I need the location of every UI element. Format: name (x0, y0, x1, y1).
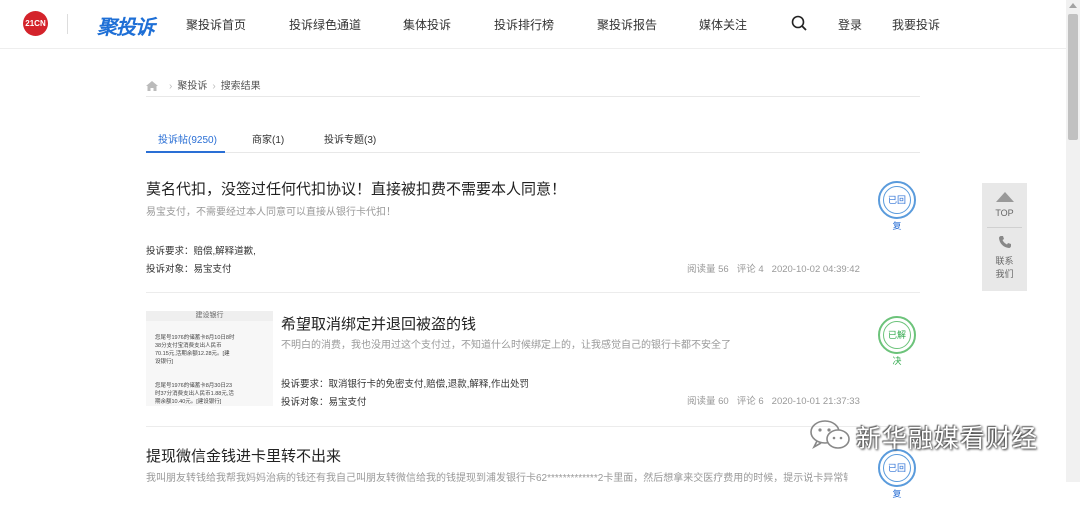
breadcrumb-separator: › (212, 81, 216, 92)
home-icon[interactable] (146, 81, 158, 92)
tab-topics[interactable]: 投诉专题(3) (324, 131, 376, 146)
post-time: 2020-10-02 04:39:42 (771, 264, 860, 275)
nav-green-channel[interactable]: 投诉绿色通道 (289, 16, 361, 33)
status-label: 已解决 (883, 321, 911, 366)
status-stamp-replied: 已回复 (878, 181, 916, 231)
read-count: 阅读量 56 (687, 264, 729, 275)
complaint-target: 投诉对象：易宝支付 (146, 264, 232, 275)
tab-merchants[interactable]: 商家(1) (252, 131, 284, 146)
logo-jutousu[interactable]: 聚投诉 (97, 11, 155, 40)
item-divider (146, 292, 920, 293)
post-time: 2020-10-01 21:37:33 (771, 396, 860, 407)
breadcrumb-current: 搜索结果 (220, 81, 261, 92)
breadcrumb: › 聚投诉 › 搜索结果 (146, 77, 261, 92)
contact-us-button[interactable]: 联系 我们 (982, 255, 1027, 281)
status-label: 已回复 (883, 186, 911, 231)
complain-link[interactable]: 我要投诉 (892, 16, 940, 33)
search-icon[interactable] (791, 15, 807, 31)
contact-label-line2: 我们 (995, 269, 1014, 279)
top-header: 21CN 聚投诉 聚投诉首页 投诉绿色通道 集体投诉 投诉排行榜 聚投诉报告 媒… (0, 0, 1066, 49)
complaint-stats: 阅读量 56 评论 4 2020-10-02 04:39:42 (687, 261, 860, 275)
nav-group-complaint[interactable]: 集体投诉 (403, 16, 451, 33)
nav-media[interactable]: 媒体关注 (699, 16, 747, 33)
complaint-stats: 阅读量 60 评论 6 2020-10-01 21:37:33 (687, 393, 860, 407)
side-widget-divider (987, 227, 1022, 228)
complaint-target: 投诉对象：易宝支付 (281, 397, 367, 408)
status-label: 已回复 (883, 454, 911, 499)
page-scrollbar[interactable] (1066, 0, 1080, 482)
comment-count: 评论 4 (736, 264, 764, 275)
back-to-top-button[interactable]: TOP (982, 208, 1027, 218)
breadcrumb-separator: › (169, 81, 173, 92)
complaint-thumbnail[interactable]: 建设银行 您尾号1976的储蓄卡8月10日8时38分支付宝消费支出人民币70.1… (146, 311, 273, 406)
complaint-title[interactable]: 莫名代扣，没签过任何代扣协议！直接被扣费不需要本人同意！ (146, 178, 566, 199)
breadcrumb-divider (146, 96, 920, 97)
complaint-title[interactable]: 提现微信金钱进卡里转不出来 (146, 445, 341, 466)
complaint-summary: 不明白的消费，我也没用过这个支付过，不知道什么时候绑定上的，让我感觉自己的银行卡… (281, 340, 731, 351)
logo-divider (67, 14, 68, 34)
wechat-bubble-icon (810, 420, 850, 450)
nav-ranking[interactable]: 投诉排行榜 (494, 16, 554, 33)
watermark-text: 新华融媒看财经 (856, 425, 1039, 453)
logo-21cn[interactable]: 21CN (23, 11, 48, 36)
complaint-summary: 易宝支付，不需要经过本人同意可以直接从银行卡代扣！ (146, 207, 396, 218)
back-to-top-arrow-icon[interactable] (996, 192, 1014, 202)
complaint-title[interactable]: 希望取消绑定并退回被盗的钱 (281, 313, 476, 334)
active-tab-indicator (146, 151, 225, 153)
login-link[interactable]: 登录 (838, 16, 862, 33)
thumbnail-header: 建设银行 (146, 311, 273, 321)
contact-label-line1: 联系 (995, 256, 1014, 266)
complaint-demand: 投诉要求：取消银行卡的免密支付,赔偿,退款,解释,作出处罚 (281, 379, 530, 390)
thumbnail-sms-1: 您尾号1976的储蓄卡8月10日8时38分支付宝消费支出人民币70.15元,活期… (155, 335, 235, 365)
tabs-divider (146, 152, 920, 153)
item-divider (146, 426, 920, 427)
scroll-thumb[interactable] (1068, 14, 1078, 140)
side-float-widget: TOP 联系我们 (982, 183, 1027, 291)
comment-count: 评论 6 (736, 396, 764, 407)
phone-icon[interactable] (998, 235, 1012, 249)
read-count: 阅读量 60 (687, 396, 729, 407)
breadcrumb-site[interactable]: 聚投诉 (177, 81, 207, 92)
status-stamp-resolved: 已解决 (878, 316, 916, 366)
thumbnail-sms-2: 您尾号1976的储蓄卡8月30日23时37分消费支出人民币1.88元,活期余额1… (155, 383, 234, 405)
nav-report[interactable]: 聚投诉报告 (597, 16, 657, 33)
nav-home[interactable]: 聚投诉首页 (186, 16, 246, 33)
complaint-demand: 投诉要求：赔偿,解释道歉, (146, 246, 256, 257)
scroll-up-arrow-icon[interactable] (1069, 3, 1077, 8)
tab-complaints[interactable]: 投诉帖(9250) (158, 131, 217, 146)
